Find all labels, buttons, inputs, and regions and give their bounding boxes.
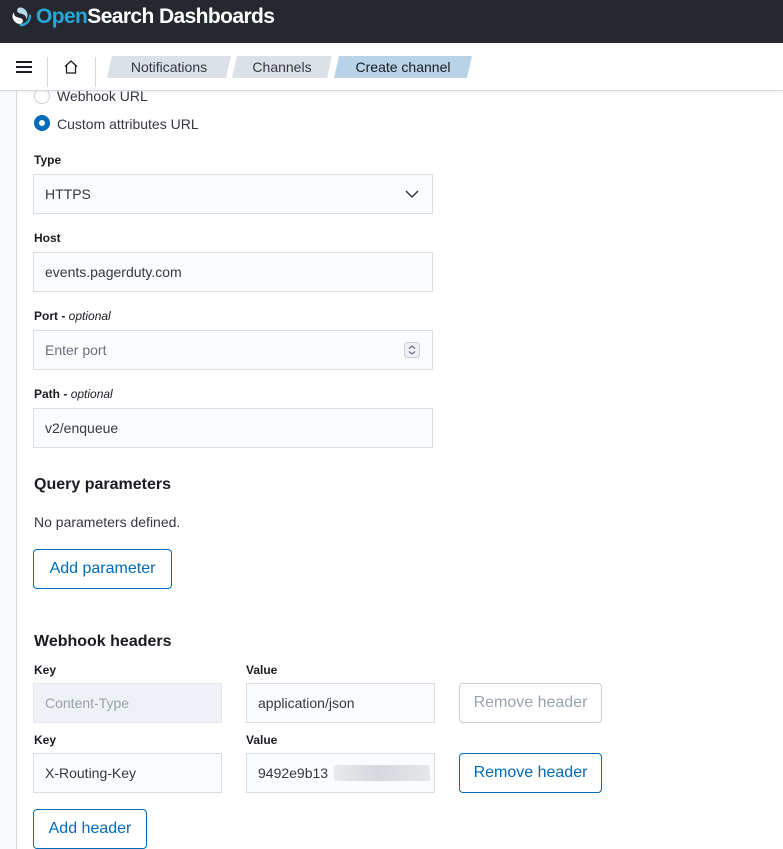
remove-header-button[interactable]: Remove header — [459, 753, 602, 793]
create-channel-form: Webhook URL Custom attributes URL Type H… — [16, 91, 783, 849]
menu-toggle-button[interactable] — [8, 55, 40, 79]
divider — [47, 57, 48, 87]
brand-suffix: Search Dashboards — [87, 5, 275, 28]
port-input[interactable]: Enter port — [33, 330, 433, 370]
header-key-label: Key — [34, 733, 57, 747]
header-value-input[interactable]: application/json — [246, 683, 435, 723]
path-label: Path - optional — [34, 387, 113, 401]
brand-prefix: Open — [36, 5, 88, 28]
redacted-value-blur — [334, 765, 430, 781]
webhook-headers-title: Webhook headers — [34, 633, 172, 650]
port-label: Port - optional — [34, 309, 111, 323]
host-input[interactable]: events.pagerduty.com — [33, 252, 433, 292]
home-button[interactable] — [56, 55, 86, 79]
port-placeholder: Enter port — [45, 342, 107, 358]
query-parameters-title: Query parameters — [34, 476, 171, 493]
remove-header-button[interactable]: Remove header — [459, 683, 602, 723]
breadcrumb-notifications[interactable]: Notifications — [107, 56, 231, 78]
header-key-input[interactable]: X-Routing-Key — [33, 753, 222, 793]
webhook-url-radio[interactable] — [34, 91, 50, 104]
type-select-value: HTTPS — [45, 186, 91, 202]
type-select[interactable]: HTTPS — [33, 174, 433, 214]
breadcrumb-create-channel: Create channel — [334, 56, 472, 78]
header-value-label: Value — [246, 663, 278, 677]
divider — [95, 57, 96, 87]
header-value-label: Value — [246, 733, 278, 747]
webhook-url-label[interactable]: Webhook URL — [57, 91, 148, 105]
number-stepper-icon[interactable] — [404, 342, 420, 358]
path-optional: optional — [70, 387, 113, 401]
path-input[interactable]: v2/enqueue — [33, 408, 433, 448]
header-value-text: 9492e9b13 — [258, 765, 329, 781]
breadcrumb-channels[interactable]: Channels — [232, 56, 332, 78]
port-label-text: Port — [34, 309, 58, 323]
opensearch-logo-icon — [12, 7, 32, 27]
brand-name: OpenSearch Dashboards — [36, 5, 275, 29]
breadcrumb-bar: Notifications Channels Create channel — [0, 43, 783, 91]
opensearch-logo[interactable]: OpenSearch Dashboards — [10, 5, 275, 29]
top-header: OpenSearch Dashboards — [0, 0, 783, 43]
custom-attributes-url-label[interactable]: Custom attributes URL — [57, 115, 199, 133]
hamburger-icon — [16, 61, 32, 73]
header-value-input[interactable]: 9492e9b13 — [246, 753, 435, 793]
port-optional: optional — [68, 309, 111, 323]
host-label: Host — [34, 231, 61, 245]
header-key-input[interactable]: Content-Type — [33, 683, 222, 723]
header-key-label: Key — [34, 663, 57, 677]
chevron-down-icon — [405, 190, 419, 199]
path-label-text: Path — [34, 387, 61, 401]
custom-attributes-url-radio[interactable] — [34, 115, 50, 131]
home-icon — [64, 60, 78, 74]
type-label: Type — [34, 153, 62, 167]
add-parameter-button[interactable]: Add parameter — [33, 549, 172, 589]
add-header-button[interactable]: Add header — [33, 809, 147, 849]
no-parameters-text: No parameters defined. — [34, 514, 181, 530]
